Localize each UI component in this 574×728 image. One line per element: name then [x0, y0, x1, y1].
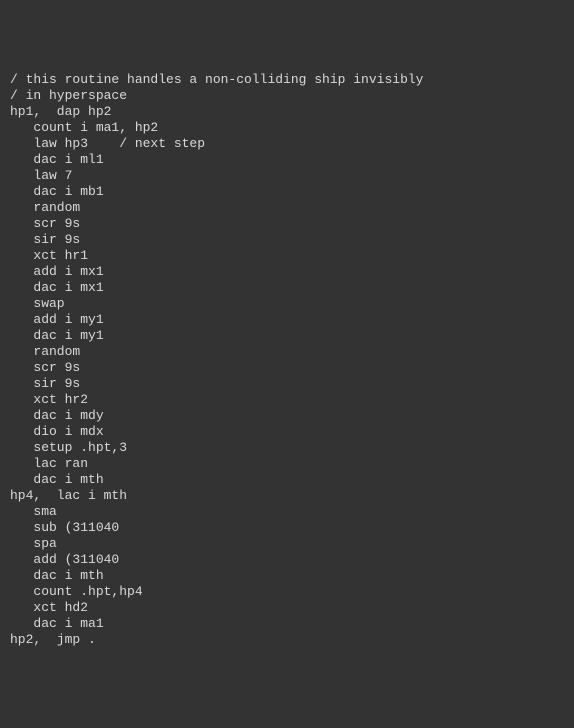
code-line: dac i ml1: [10, 152, 564, 168]
code-line: lac ran: [10, 456, 564, 472]
code-block: / this routine handles a non-colliding s…: [10, 72, 564, 648]
code-line: dac i mth: [10, 568, 564, 584]
code-line: random: [10, 344, 564, 360]
code-line: dio i mdx: [10, 424, 564, 440]
code-line: add i mx1: [10, 264, 564, 280]
code-line: add i my1: [10, 312, 564, 328]
code-line: sub (311040: [10, 520, 564, 536]
code-line: scr 9s: [10, 216, 564, 232]
code-line: swap: [10, 296, 564, 312]
code-line: hp1, dap hp2: [10, 104, 564, 120]
code-line: sir 9s: [10, 232, 564, 248]
code-line: count i ma1, hp2: [10, 120, 564, 136]
code-line: hp2, jmp .: [10, 632, 564, 648]
code-line: dac i my1: [10, 328, 564, 344]
code-line: count .hpt,hp4: [10, 584, 564, 600]
code-line: hp4, lac i mth: [10, 488, 564, 504]
code-line: / this routine handles a non-colliding s…: [10, 72, 564, 88]
code-line: random: [10, 200, 564, 216]
code-line: xct hd2: [10, 600, 564, 616]
code-line: dac i mdy: [10, 408, 564, 424]
code-line: / in hyperspace: [10, 88, 564, 104]
code-line: xct hr2: [10, 392, 564, 408]
code-line: dac i mth: [10, 472, 564, 488]
code-line: spa: [10, 536, 564, 552]
code-line: dac i ma1: [10, 616, 564, 632]
code-line: xct hr1: [10, 248, 564, 264]
code-line: scr 9s: [10, 360, 564, 376]
code-line: dac i mx1: [10, 280, 564, 296]
code-line: setup .hpt,3: [10, 440, 564, 456]
code-line: add (311040: [10, 552, 564, 568]
code-line: law hp3 / next step: [10, 136, 564, 152]
code-line: law 7: [10, 168, 564, 184]
code-line: sir 9s: [10, 376, 564, 392]
code-line: sma: [10, 504, 564, 520]
code-line: dac i mb1: [10, 184, 564, 200]
